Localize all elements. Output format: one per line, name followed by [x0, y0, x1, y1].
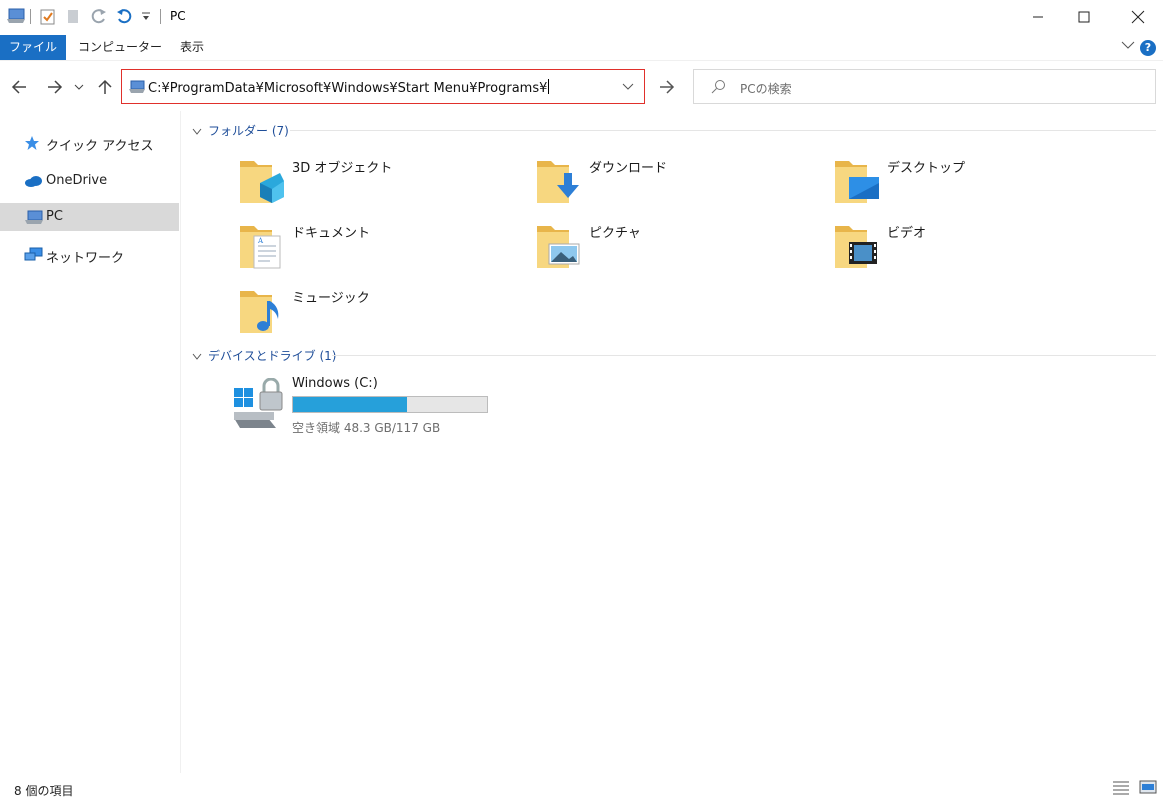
expand-ribbon-icon[interactable]: [1121, 39, 1135, 54]
sidebar-item-network[interactable]: ネットワーク: [0, 241, 179, 269]
tab-view[interactable]: 表示: [166, 35, 218, 60]
ribbon-tabs: ファイル コンピューター 表示 ?: [0, 33, 1163, 60]
forward-button[interactable]: [44, 76, 66, 98]
folder-3d-objects[interactable]: 3D オブジェクト: [240, 157, 490, 217]
close-button[interactable]: [1115, 0, 1161, 33]
tab-file[interactable]: ファイル: [0, 35, 67, 60]
item-count: 8 個の項目: [14, 784, 74, 798]
up-button[interactable]: [94, 76, 116, 98]
group-header-drives[interactable]: デバイスとドライブ (1): [190, 346, 1156, 364]
go-button[interactable]: [652, 69, 682, 104]
folder-pictures[interactable]: ピクチャ: [537, 222, 787, 282]
downloads-folder-icon: [537, 157, 581, 208]
cloud-icon: [24, 173, 44, 192]
star-icon: [24, 135, 40, 154]
new-folder-icon[interactable]: [66, 8, 80, 28]
music-folder-icon: [240, 287, 284, 338]
tab-computer[interactable]: コンピューター: [64, 35, 176, 60]
title-bar: PC: [0, 0, 1163, 33]
help-icon[interactable]: ?: [1140, 40, 1156, 56]
desktop-folder-icon: [835, 157, 879, 208]
undo-icon[interactable]: [116, 8, 132, 28]
search-input[interactable]: PCの検索: [740, 80, 792, 97]
folder-documents[interactable]: A ドキュメント: [240, 222, 490, 282]
drive-usage-fill: [293, 397, 408, 412]
search-box[interactable]: PCの検索: [693, 69, 1156, 104]
details-view-icon[interactable]: [1112, 779, 1130, 795]
drive-name: Windows (C:): [292, 376, 378, 391]
back-button[interactable]: [8, 76, 30, 98]
recent-locations-button[interactable]: [71, 76, 87, 98]
properties-icon[interactable]: [40, 8, 56, 28]
folder-videos[interactable]: ビデオ: [835, 222, 1085, 282]
sidebar-item-pc[interactable]: PC: [0, 203, 179, 231]
3d-objects-folder-icon: [240, 157, 284, 208]
documents-folder-icon: A: [240, 222, 284, 273]
status-bar: 8 個の項目: [0, 773, 1163, 800]
group-header-folders[interactable]: フォルダー (7): [190, 121, 1156, 139]
folder-desktop[interactable]: デスクトップ: [835, 157, 1085, 217]
drive-windows-c[interactable]: Windows (C:) 空き領域 48.3 GB/117 GB: [232, 376, 532, 436]
network-icon: [24, 247, 44, 266]
pc-app-icon[interactable]: [6, 8, 26, 28]
drive-free-space: 空き領域 48.3 GB/117 GB: [292, 421, 441, 435]
sidebar-item-quick-access[interactable]: クイック アクセス: [0, 129, 179, 157]
redo-icon[interactable]: [91, 8, 107, 28]
folder-music[interactable]: ミュージック: [240, 287, 490, 347]
address-bar[interactable]: C:¥ProgramData¥Microsoft¥Windows¥Start M…: [121, 69, 645, 104]
window-title: PC: [170, 9, 186, 23]
folder-downloads[interactable]: ダウンロード: [537, 157, 787, 217]
navigation-bar: C:¥ProgramData¥Microsoft¥Windows¥Start M…: [0, 60, 1163, 110]
large-icons-view-icon[interactable]: [1139, 779, 1157, 795]
pc-icon: [128, 80, 146, 97]
address-history-dropdown-icon[interactable]: [622, 80, 634, 94]
pc-icon: [24, 209, 44, 228]
svg-text:A: A: [257, 237, 264, 245]
pictures-folder-icon: [537, 222, 581, 273]
drive-usage-bar: [292, 396, 488, 413]
minimize-button[interactable]: [1015, 0, 1061, 33]
customize-toolbar-icon[interactable]: [141, 10, 151, 25]
sidebar-item-onedrive[interactable]: OneDrive: [0, 167, 179, 195]
navigation-pane: クイック アクセス OneDrive PC ネットワーク: [0, 111, 181, 773]
chevron-down-icon: [192, 350, 202, 364]
videos-folder-icon: [835, 222, 879, 273]
maximize-button[interactable]: [1061, 0, 1107, 33]
search-icon: [710, 79, 726, 98]
windows-drive-icon: [232, 377, 284, 433]
chevron-down-icon: [192, 125, 202, 139]
address-path-field[interactable]: C:¥ProgramData¥Microsoft¥Windows¥Start M…: [148, 79, 550, 96]
